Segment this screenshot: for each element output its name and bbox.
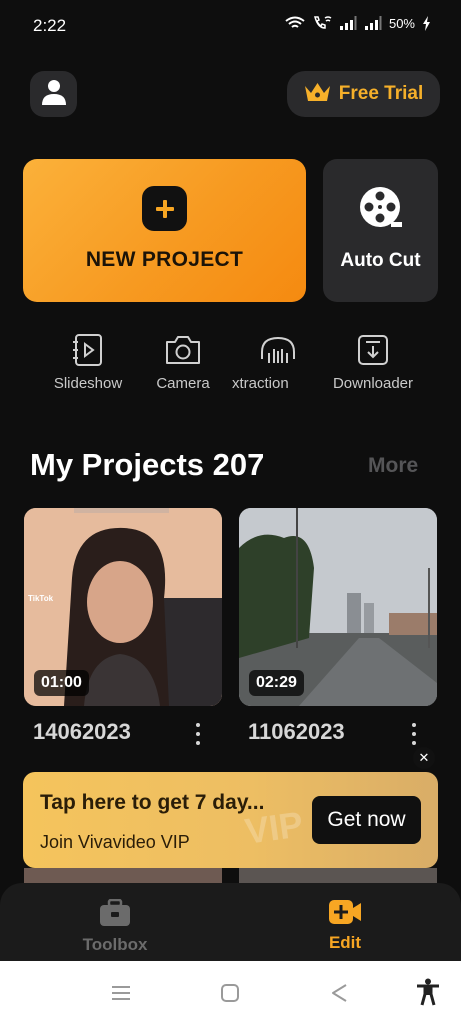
slideshow-icon [38, 333, 138, 367]
camera-label: Camera [156, 375, 210, 392]
more-options-button[interactable] [192, 721, 204, 747]
profile-button[interactable] [30, 71, 77, 117]
free-trial-label: Free Trial [338, 83, 424, 104]
promo-title: Tap here to get 7 day... [40, 791, 265, 814]
status-time: 2:22 [33, 16, 67, 35]
more-link[interactable]: More [368, 454, 418, 478]
signal-icon [364, 16, 382, 30]
close-icon[interactable]: ✕ [413, 747, 435, 769]
film-reel-icon [359, 186, 402, 234]
audio-extraction-icon [258, 333, 298, 367]
crown-icon [304, 82, 331, 107]
free-trial-button[interactable]: Free Trial [287, 71, 440, 117]
charging-icon [422, 15, 431, 31]
tab-edit-label: Edit [328, 933, 362, 952]
auto-cut-button[interactable]: Auto Cut [323, 159, 438, 302]
battery-percent: 50% [388, 15, 415, 31]
slideshow-tool[interactable]: Slideshow [38, 333, 138, 392]
tab-edit[interactable]: Edit [290, 899, 400, 953]
project-card-peek [239, 868, 437, 884]
downloader-tool[interactable]: Downloader [323, 333, 423, 392]
home-button[interactable] [221, 984, 239, 1007]
audio-extraction-tool[interactable]: xtraction [220, 333, 308, 392]
new-project-label: NEW PROJECT [85, 248, 244, 271]
project-name: 11062023 [248, 719, 345, 744]
project-card[interactable]: 02:29 [239, 508, 437, 706]
wifi-icon [285, 16, 305, 30]
video-add-icon [290, 899, 400, 925]
system-nav-bar [0, 961, 461, 1024]
project-name: 14062023 [33, 719, 131, 744]
slideshow-label: Slideshow [53, 375, 123, 392]
downloader-label: Downloader [332, 375, 414, 392]
signal-icon [339, 16, 357, 30]
wifi-calling-icon [312, 15, 332, 31]
project-card-peek [24, 868, 222, 884]
get-now-button[interactable]: Get now [312, 796, 421, 844]
audio-extraction-label: xtraction [232, 375, 289, 392]
duration-badge: 01:00 [34, 670, 89, 696]
accessibility-icon[interactable] [416, 978, 440, 1011]
status-bar: 2:22 50% [0, 0, 461, 52]
my-projects-title: My Projects 207 [30, 447, 265, 482]
user-icon [41, 79, 66, 110]
plus-icon [142, 186, 187, 231]
bottom-nav: Toolbox Edit [0, 883, 461, 961]
vip-promo-banner[interactable]: VIP Tap here to get 7 day... Join Vivavi… [23, 772, 438, 868]
duration-badge: 02:29 [249, 670, 304, 696]
auto-cut-label: Auto Cut [340, 250, 421, 271]
project-card[interactable]: TikTok 01:00 [24, 508, 222, 706]
tab-toolbox[interactable]: Toolbox [60, 899, 170, 955]
camera-tool[interactable]: Camera [133, 333, 233, 392]
download-icon [323, 333, 423, 367]
recent-apps-button[interactable] [111, 985, 131, 1006]
status-icons: 50% [285, 15, 431, 31]
new-project-button[interactable]: NEW PROJECT [23, 159, 306, 302]
camera-icon [133, 333, 233, 367]
tab-toolbox-label: Toolbox [82, 935, 148, 954]
tiktok-watermark: TikTok [28, 594, 54, 603]
back-button[interactable] [330, 983, 348, 1008]
more-options-button[interactable] [408, 721, 420, 747]
toolbox-icon [60, 899, 170, 927]
promo-subtitle: Join Vivavideo VIP [40, 832, 190, 852]
